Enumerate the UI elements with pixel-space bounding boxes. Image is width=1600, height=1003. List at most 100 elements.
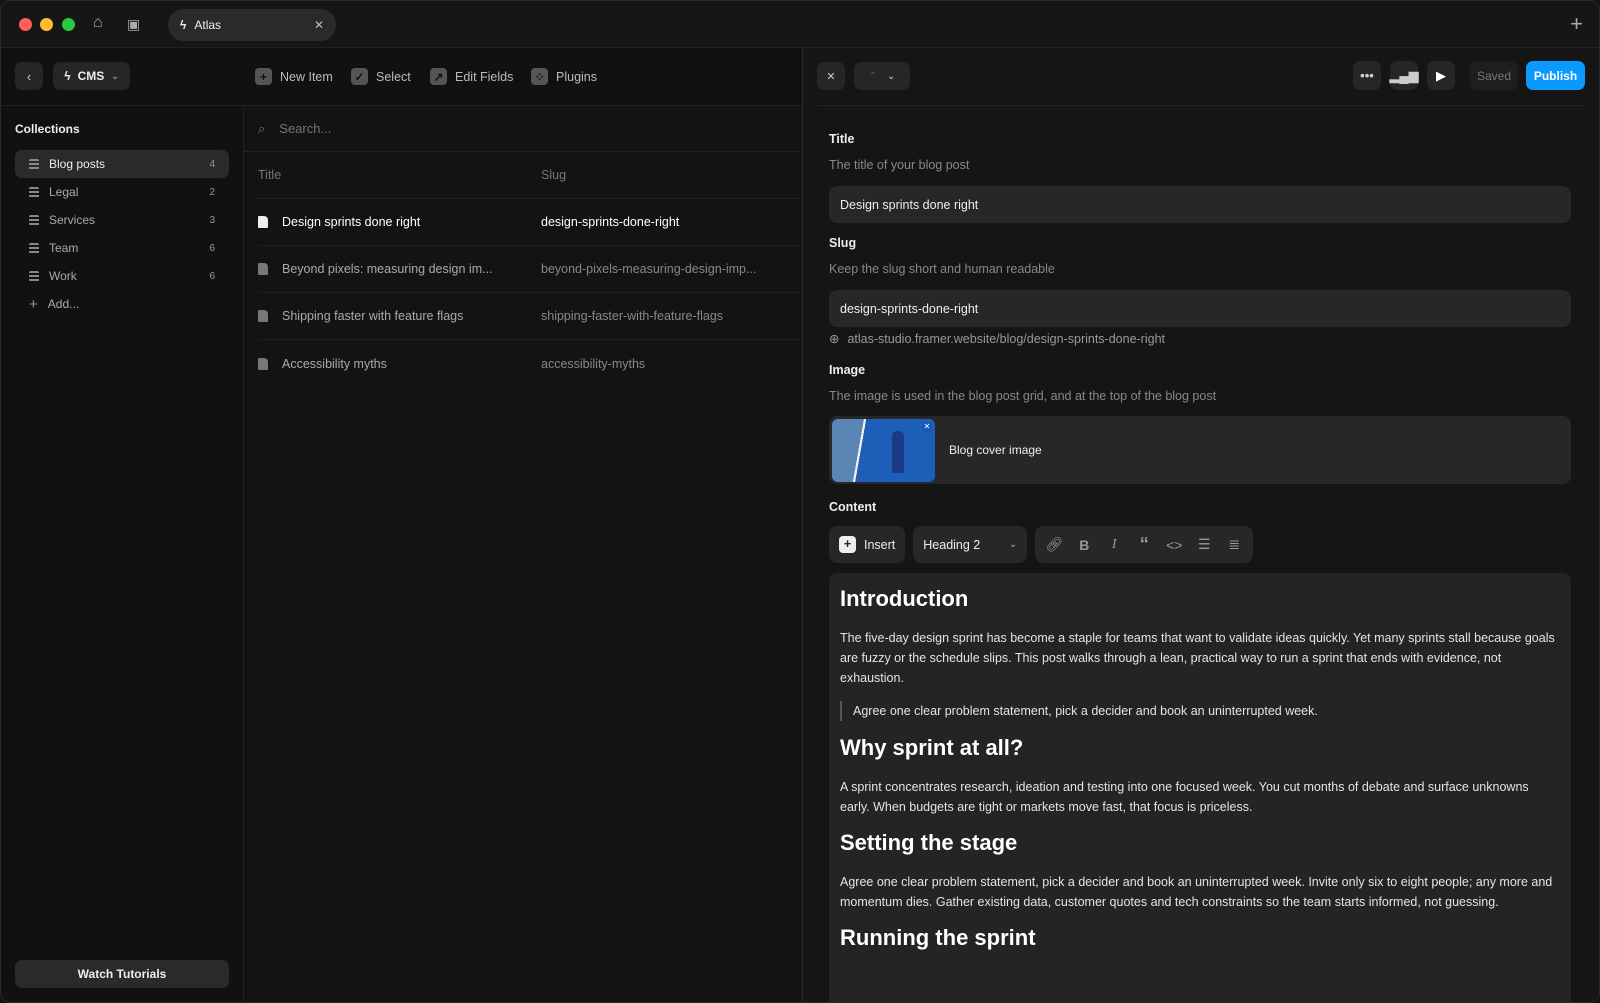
table-row[interactable]: Beyond pixels: measuring design im... bey… xyxy=(258,246,802,293)
cms-menu-button[interactable]: ϟ CMS ⌄ xyxy=(53,62,130,90)
bar-chart-icon: ▂▄▆ xyxy=(1389,67,1419,83)
row-slug: shipping-faster-with-feature-flags xyxy=(541,309,724,323)
block-type-select[interactable]: Heading 2 ⌄ xyxy=(913,526,1028,563)
collection-work[interactable]: Work 6 xyxy=(15,262,229,290)
tab-title: Atlas xyxy=(194,18,222,32)
insert-button[interactable]: + Insert xyxy=(829,526,906,563)
collection-team[interactable]: Team 6 xyxy=(15,234,229,262)
item-editor-panel: ✕ ⌃ ⌄ ••• ▂▄▆ ▶ Saved Publish Title The t… xyxy=(802,48,1599,1002)
database-icon xyxy=(29,186,39,198)
content-heading: Why sprint at all? xyxy=(840,735,1024,760)
select-button[interactable]: ✓ Select xyxy=(351,68,411,85)
image-name: Blog cover image xyxy=(949,443,1042,457)
more-options-button[interactable]: ••• xyxy=(1353,61,1381,90)
content-paragraph: The five-day design sprint has become a … xyxy=(840,631,1555,685)
editor-toolbar: + Insert Heading 2 ⌄ 🔗︎ B I “ <> ☰ ≣ xyxy=(829,526,1254,563)
row-title: Accessibility myths xyxy=(282,356,387,371)
editor-header: ✕ ⌃ ⌄ ••• ▂▄▆ ▶ Saved Publish xyxy=(817,48,1585,106)
checkbox-icon: ✓ xyxy=(351,68,368,85)
search-icon: ⌕ xyxy=(258,120,266,136)
block-type-value: Heading 2 xyxy=(923,537,981,552)
close-icon: ✕ xyxy=(826,70,836,83)
database-icon xyxy=(29,270,39,282)
table-row[interactable]: Accessibility myths accessibility-myths xyxy=(258,340,802,387)
row-slug: beyond-pixels-measuring-design-imp... xyxy=(541,262,757,276)
image-hint: The image is used in the blog post grid,… xyxy=(829,389,1217,403)
chevron-up-icon[interactable]: ⌃ xyxy=(869,71,877,82)
quote-icon[interactable]: “ xyxy=(1129,534,1159,555)
close-editor-button[interactable]: ✕ xyxy=(817,62,845,90)
collection-services[interactable]: Services 3 xyxy=(15,206,229,234)
add-collection-button[interactable]: + Add... xyxy=(15,290,229,318)
close-window-button[interactable] xyxy=(19,18,32,31)
minimize-window-button[interactable] xyxy=(40,18,53,31)
chevron-down-icon[interactable]: ⌄ xyxy=(887,71,895,82)
close-tab-icon[interactable]: ✕ xyxy=(314,18,324,32)
collection-count: 2 xyxy=(209,186,215,198)
edit-fields-label: Edit Fields xyxy=(455,69,514,84)
title-input[interactable]: Design sprints done right xyxy=(829,186,1571,223)
cover-image-thumbnail: ✕ xyxy=(832,418,935,482)
inbox-icon[interactable]: ▣ xyxy=(127,16,140,33)
search-bar: ⌕ xyxy=(244,106,802,152)
slug-hint: Keep the slug short and human readable xyxy=(829,262,1055,276)
database-icon xyxy=(29,158,39,170)
file-icon xyxy=(258,216,268,228)
tab-atlas[interactable]: ϟ Atlas ✕ xyxy=(168,9,336,41)
title-label: Title xyxy=(829,132,855,146)
items-list: ⌕ Title Slug Design sprints done right de… xyxy=(244,106,802,1002)
title-hint: The title of your blog post xyxy=(829,158,970,172)
search-input[interactable] xyxy=(279,121,456,136)
watch-tutorials-button[interactable]: Watch Tutorials xyxy=(15,960,229,988)
image-field[interactable]: ✕ Blog cover image xyxy=(829,416,1571,484)
row-title: Design sprints done right xyxy=(282,215,421,229)
preview-button[interactable]: ▶ xyxy=(1427,61,1455,90)
italic-icon[interactable]: I xyxy=(1099,537,1129,553)
file-icon xyxy=(258,357,268,370)
maximize-window-button[interactable] xyxy=(62,18,75,31)
collections-heading: Collections xyxy=(15,122,80,136)
collection-label: Services xyxy=(49,213,96,227)
more-icon: ••• xyxy=(1360,68,1374,83)
bold-icon[interactable]: B xyxy=(1069,537,1099,553)
remove-image-icon[interactable]: ✕ xyxy=(922,421,932,432)
content-label: Content xyxy=(829,500,877,514)
column-title[interactable]: Title xyxy=(258,168,541,182)
collection-count: 4 xyxy=(209,158,215,170)
collection-count: 3 xyxy=(209,214,215,226)
new-tab-button[interactable]: + xyxy=(1570,11,1583,37)
cms-label: CMS xyxy=(77,69,105,83)
chevron-left-icon: ‹ xyxy=(26,68,32,84)
saved-status: Saved xyxy=(1470,61,1518,90)
home-icon[interactable]: ⌂ xyxy=(93,14,103,32)
play-icon: ▶ xyxy=(1436,67,1446,83)
rich-text-editor[interactable]: Introduction The five-day design sprint … xyxy=(829,573,1571,1002)
link-icon[interactable]: 🔗︎ xyxy=(1039,536,1069,553)
collection-label: Team xyxy=(49,241,79,255)
collection-blog-posts[interactable]: Blog posts 4 xyxy=(15,150,229,178)
title-bar: ⌂ ▣ ϟ Atlas ✕ + xyxy=(1,1,1599,48)
edit-fields-button[interactable]: ↗ Edit Fields xyxy=(430,68,513,85)
plus-icon: + xyxy=(255,68,272,85)
new-item-button[interactable]: + New Item xyxy=(255,68,333,85)
insert-label: Insert xyxy=(864,537,896,552)
analytics-button[interactable]: ▂▄▆ xyxy=(1389,61,1419,90)
table-row[interactable]: Design sprints done right design-sprints-… xyxy=(258,199,802,246)
file-icon xyxy=(258,263,268,275)
content-heading: Running the sprint xyxy=(840,925,1036,950)
bullet-list-icon[interactable]: ☰ xyxy=(1189,536,1219,553)
collections-sidebar: Collections Blog posts 4 Legal 2 Services 3… xyxy=(1,106,244,1002)
code-icon[interactable]: <> xyxy=(1159,537,1189,553)
numbered-list-icon[interactable]: ≣ xyxy=(1219,536,1249,553)
column-slug[interactable]: Slug xyxy=(541,168,566,182)
new-item-label: New Item xyxy=(280,69,333,84)
collection-legal[interactable]: Legal 2 xyxy=(15,178,229,206)
plugins-button[interactable]: ⁘ Plugins xyxy=(531,68,597,85)
back-button[interactable]: ‹ xyxy=(15,62,43,90)
list-header: Title Slug xyxy=(258,152,802,199)
publish-button[interactable]: Publish xyxy=(1526,61,1585,90)
slug-input[interactable]: design-sprints-done-right xyxy=(829,290,1571,327)
framer-logo-icon: ϟ xyxy=(64,69,71,83)
table-row[interactable]: Shipping faster with feature flags shippi… xyxy=(258,293,802,340)
row-slug: design-sprints-done-right xyxy=(541,215,680,229)
